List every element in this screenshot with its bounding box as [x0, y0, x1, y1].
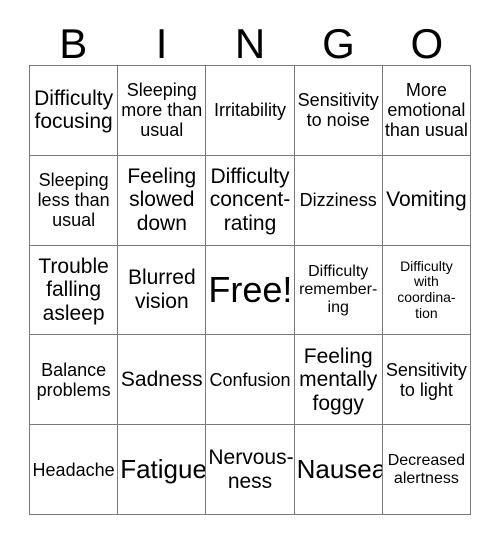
bingo-cell[interactable]: Nervous- ness	[206, 425, 295, 515]
header-letter-n: N	[234, 20, 266, 67]
bingo-cell-label: Headache	[32, 459, 115, 480]
bingo-cell-label: Nervous- ness	[208, 446, 294, 493]
bingo-cell-label: Vomiting	[386, 188, 467, 212]
bingo-cell-label: Trouble falling asleep	[38, 254, 109, 325]
bingo-cell-label: Difficulty focusing	[34, 86, 114, 134]
bingo-cell-label: Decreased alertness	[387, 451, 466, 487]
bingo-cell-label: Difficulty with coordina- tion	[397, 257, 456, 321]
bingo-cell[interactable]: Decreased alertness	[382, 425, 471, 515]
bingo-cell[interactable]: More emotional than usual	[382, 66, 471, 156]
bingo-cell[interactable]: Sadness	[118, 335, 207, 426]
bingo-cell-label: Sensitivity to noise	[297, 90, 379, 131]
bingo-cell[interactable]: Sensitivity to noise	[294, 66, 383, 156]
bingo-cell-label: More emotional than usual	[384, 80, 468, 141]
bingo-cell-label: Sleeping more than usual	[121, 80, 203, 141]
bingo-cell-label: Sensitivity to light	[385, 359, 467, 400]
bingo-header: B I N G O	[29, 18, 471, 65]
bingo-cell[interactable]: Difficulty with coordina- tion	[382, 245, 471, 336]
bingo-cell-label: Sleeping less than usual	[37, 169, 110, 231]
bingo-cell[interactable]: Dizziness	[294, 155, 383, 246]
bingo-cell[interactable]: Irritability	[206, 66, 295, 156]
bingo-cell[interactable]: Fatigue	[118, 425, 207, 515]
bingo-cell[interactable]: Difficulty concent- rating	[206, 155, 295, 246]
bingo-cell-label: Sadness	[120, 368, 203, 392]
bingo-grid: Difficulty focusing Sleeping more than us…	[29, 65, 471, 515]
bingo-cell-label: Difficulty remember- ing	[299, 263, 378, 316]
bingo-cell[interactable]: Free!	[206, 245, 295, 336]
header-letter-g: G	[322, 20, 355, 67]
bingo-cell[interactable]: Difficulty remember- ing	[294, 245, 383, 336]
bingo-cell[interactable]: Difficulty focusing	[30, 66, 119, 156]
bingo-cell-label: Difficulty concent- rating	[209, 164, 291, 235]
bingo-card: B I N G O Difficulty focusing Sleeping mo…	[0, 0, 500, 544]
bingo-cell[interactable]: Blurred vision	[118, 245, 207, 336]
bingo-cell[interactable]: Confusion	[206, 335, 295, 426]
bingo-cell[interactable]: Balance problems	[30, 335, 119, 426]
bingo-cell-label: Nausea	[296, 454, 383, 485]
bingo-cell-label: Free!	[208, 268, 293, 310]
header-letter-i: I	[155, 20, 168, 67]
bingo-cell-label: Blurred vision	[127, 266, 196, 313]
bingo-cell[interactable]: Vomiting	[382, 155, 471, 246]
bingo-cell[interactable]: Headache	[30, 425, 119, 515]
header-letter-b: B	[59, 20, 88, 67]
bingo-cell-label: Irritability	[213, 100, 286, 121]
bingo-cell[interactable]: Nausea	[294, 425, 383, 515]
bingo-cell-label: Dizziness	[299, 190, 377, 211]
bingo-cell[interactable]: Sleeping more than usual	[118, 66, 207, 156]
bingo-cell-label: Feeling mentally foggy	[299, 344, 378, 415]
bingo-cell[interactable]: Sensitivity to light	[382, 335, 471, 426]
bingo-cell[interactable]: Feeling mentally foggy	[294, 335, 383, 426]
bingo-cell-label: Confusion	[209, 369, 291, 390]
header-letter-o: O	[410, 20, 444, 67]
bingo-cell[interactable]: Feeling slowed down	[118, 155, 207, 246]
bingo-cell[interactable]: Trouble falling asleep	[30, 245, 119, 336]
bingo-cell-label: Fatigue	[120, 454, 207, 485]
bingo-cell[interactable]: Sleeping less than usual	[30, 155, 119, 246]
bingo-cell-label: Balance problems	[36, 359, 111, 400]
bingo-cell-label: Feeling slowed down	[127, 164, 197, 235]
